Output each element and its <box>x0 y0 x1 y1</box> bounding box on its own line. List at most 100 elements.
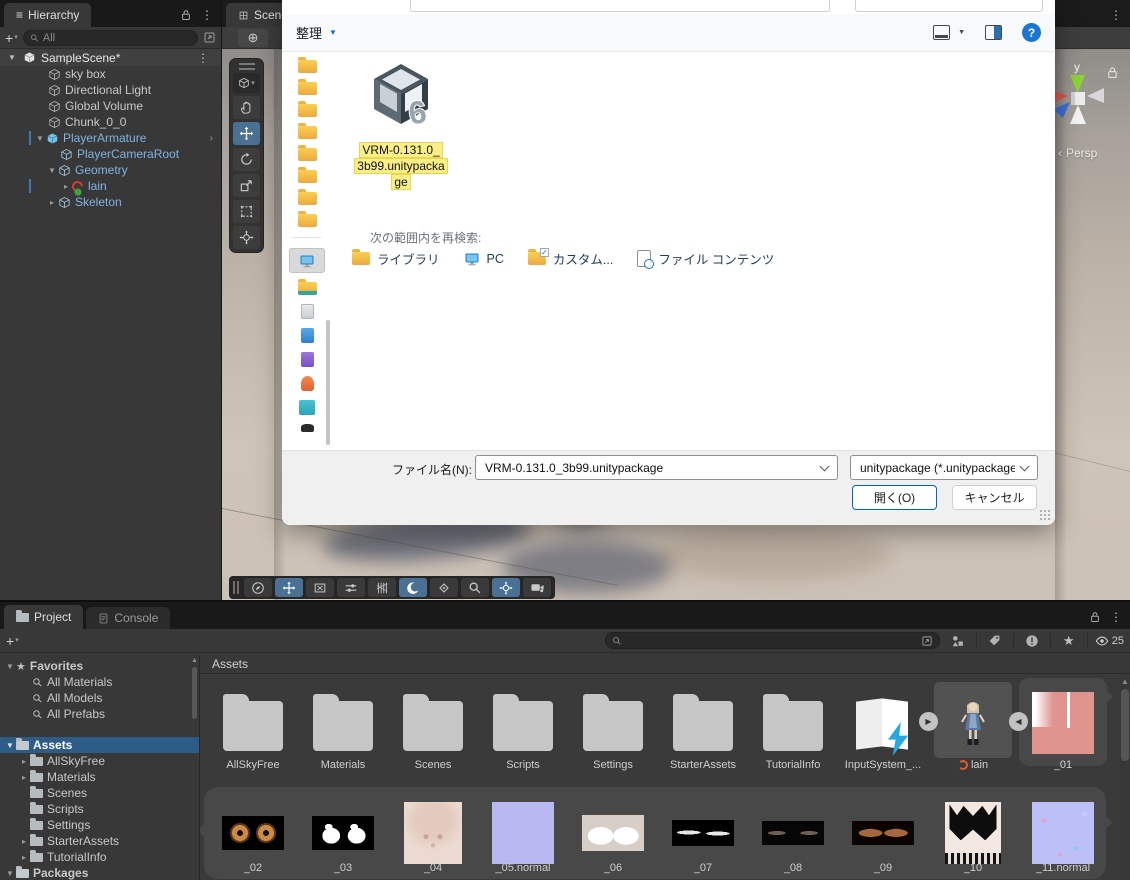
tool-settings-button[interactable]: ▾ <box>233 73 260 93</box>
expander-icon[interactable]: ▼ <box>4 869 16 878</box>
panel-menu-icon[interactable]: ⋮ <box>1110 8 1122 22</box>
expander-icon[interactable]: ▼ <box>4 741 16 750</box>
hidden-count-toggle[interactable]: 25 <box>1095 634 1124 648</box>
center-pivot-button[interactable] <box>492 578 520 597</box>
expander-icon[interactable]: ▼ <box>6 53 18 62</box>
hierarchy-item-player-armature[interactable]: ▼ PlayerArmature › <box>0 130 221 146</box>
panel-menu-icon[interactable]: ⋮ <box>201 8 213 22</box>
asset-scenes[interactable]: Scenes <box>388 686 478 771</box>
nav-pc-item-selected[interactable] <box>289 248 325 273</box>
expander-icon[interactable]: ▼ <box>46 166 58 175</box>
nav-drive-icon[interactable] <box>301 352 314 367</box>
nav-drive-icon[interactable] <box>301 328 314 343</box>
asset-scripts[interactable]: Scripts <box>478 686 568 771</box>
tab-console[interactable]: Console <box>86 607 170 629</box>
collapse-subassets-button[interactable]: ◀ <box>1009 712 1028 731</box>
expander-icon[interactable]: ▼ <box>34 134 46 143</box>
nav-folder-icon[interactable] <box>298 126 317 139</box>
asset-05-normal[interactable]: _05.normal <box>478 787 568 879</box>
create-asset-button[interactable]: +▾ <box>6 634 19 648</box>
expander-icon[interactable]: ▸ <box>18 773 30 782</box>
tree-assets[interactable]: ▼ Assets <box>0 737 199 753</box>
hierarchy-item-global-volume[interactable]: Global Volume <box>0 98 221 114</box>
scene-search-button[interactable] <box>461 578 489 597</box>
hand-tool-button[interactable] <box>233 96 260 119</box>
hierarchy-item-skeleton[interactable]: ▸ Skeleton <box>0 194 221 210</box>
scope-custom[interactable]: ✓ カスタム... <box>528 249 613 268</box>
rect-tool-button[interactable] <box>233 200 260 223</box>
scope-file-contents[interactable]: ファイル コンテンツ <box>637 249 774 268</box>
open-button[interactable]: 開く(O) <box>852 485 937 510</box>
tree-scrollbar[interactable]: ▲ <box>191 657 198 880</box>
expander-icon[interactable]: ▸ <box>18 853 30 862</box>
help-button[interactable]: ? <box>1022 23 1041 42</box>
expander-icon[interactable]: ▼ <box>4 662 16 671</box>
hierarchy-item-skybox[interactable]: sky box <box>0 66 221 82</box>
nav-folder-icon[interactable] <box>298 148 317 161</box>
filename-input[interactable] <box>485 461 815 475</box>
tree-materials[interactable]: ▸ Materials <box>0 769 199 785</box>
render-mode-button[interactable] <box>399 578 427 597</box>
nav-scrollbar[interactable] <box>326 320 330 445</box>
nav-folder-icon[interactable] <box>298 104 317 117</box>
lock-icon[interactable] <box>1089 611 1101 623</box>
move-tool-button[interactable] <box>275 578 303 597</box>
address-bar-input[interactable] <box>410 0 830 12</box>
tool-settings-button[interactable] <box>337 578 365 597</box>
nav-folder-icon[interactable] <box>298 60 317 73</box>
project-search[interactable] <box>605 632 940 649</box>
scrollbar-thumb[interactable] <box>1121 689 1129 761</box>
lock-icon[interactable] <box>180 9 192 21</box>
tree-all-prefabs[interactable]: All Prefabs <box>0 706 199 722</box>
import-warnings-button[interactable] <box>1021 632 1043 650</box>
nav-drive-icon[interactable] <box>301 304 314 319</box>
nav-desktop-folder-icon[interactable] <box>298 282 317 295</box>
nav-device-icon[interactable] <box>301 424 314 432</box>
nav-network-icon[interactable] <box>299 400 315 415</box>
scroll-up-icon[interactable]: ▲ <box>191 657 198 665</box>
resize-grip[interactable] <box>1039 509 1051 521</box>
expand-subassets-button[interactable]: ▶ <box>919 712 938 731</box>
grid-scrollbar[interactable]: ▲ <box>1120 674 1130 880</box>
filetype-select[interactable]: unitypackage (*.unitypackage) <box>850 455 1038 480</box>
axis-neg-cone[interactable] <box>1087 88 1104 103</box>
chevron-right-icon[interactable]: › <box>210 133 213 144</box>
tree-tutorialinfo[interactable]: ▸ TutorialInfo <box>0 849 199 865</box>
organize-menu-button[interactable]: 整理 ▼ <box>296 23 337 42</box>
asset-07[interactable]: _07 <box>658 787 748 879</box>
expander-icon[interactable]: ▸ <box>18 837 30 846</box>
axis-y-cone[interactable] <box>1070 75 1085 93</box>
nav-folder-icon[interactable] <box>298 192 317 205</box>
asset-inputsystem[interactable]: InputSystem_... ▶ <box>838 686 928 771</box>
tree-scripts[interactable]: Scripts <box>0 801 199 817</box>
view-mode-button[interactable]: ▼ <box>933 25 965 40</box>
tree-allskyfree[interactable]: ▸ AllSkyFree <box>0 753 199 769</box>
tree-all-models[interactable]: All Models <box>0 690 199 706</box>
asset-02[interactable]: _02 <box>208 787 298 879</box>
snap-rect-button[interactable] <box>306 578 334 597</box>
asset-06[interactable]: _06 <box>568 787 658 879</box>
asset-materials[interactable]: Materials <box>298 686 388 771</box>
hierarchy-item-geometry[interactable]: ▼ Geometry <box>0 162 221 178</box>
tree-packages[interactable]: ▼ Packages <box>0 865 199 880</box>
asset-03[interactable]: _03 <box>298 787 388 879</box>
grid-snap-button[interactable] <box>368 578 396 597</box>
asset-tutorialinfo[interactable]: TutorialInfo <box>748 686 838 771</box>
asset-grid[interactable]: AllSkyFree Materials Scenes Scripts Sett… <box>200 674 1120 880</box>
overlay-drag-handle[interactable] <box>239 63 255 70</box>
nav-folder-icon[interactable] <box>298 214 317 227</box>
scroll-up-icon[interactable]: ▲ <box>1120 677 1130 686</box>
add-object-button[interactable]: +▾ <box>5 31 18 45</box>
nav-folder-icon[interactable] <box>298 82 317 95</box>
favorites-filter-button[interactable]: ★ <box>1058 632 1080 650</box>
axis-z-cone[interactable] <box>1053 102 1070 118</box>
panel-menu-icon[interactable]: ⋮ <box>1110 610 1122 624</box>
move-tool-button[interactable] <box>233 122 260 145</box>
nav-device-icon[interactable] <box>301 376 314 391</box>
dialog-nav-pane[interactable] <box>282 52 332 450</box>
rotate-tool-button[interactable] <box>233 148 260 171</box>
asset-08[interactable]: _08 <box>748 787 838 879</box>
overlay-drag-handle[interactable] <box>233 581 239 594</box>
asset-allskyfree[interactable]: AllSkyFree <box>208 686 298 771</box>
asset-01[interactable]: _01 <box>1018 686 1108 771</box>
